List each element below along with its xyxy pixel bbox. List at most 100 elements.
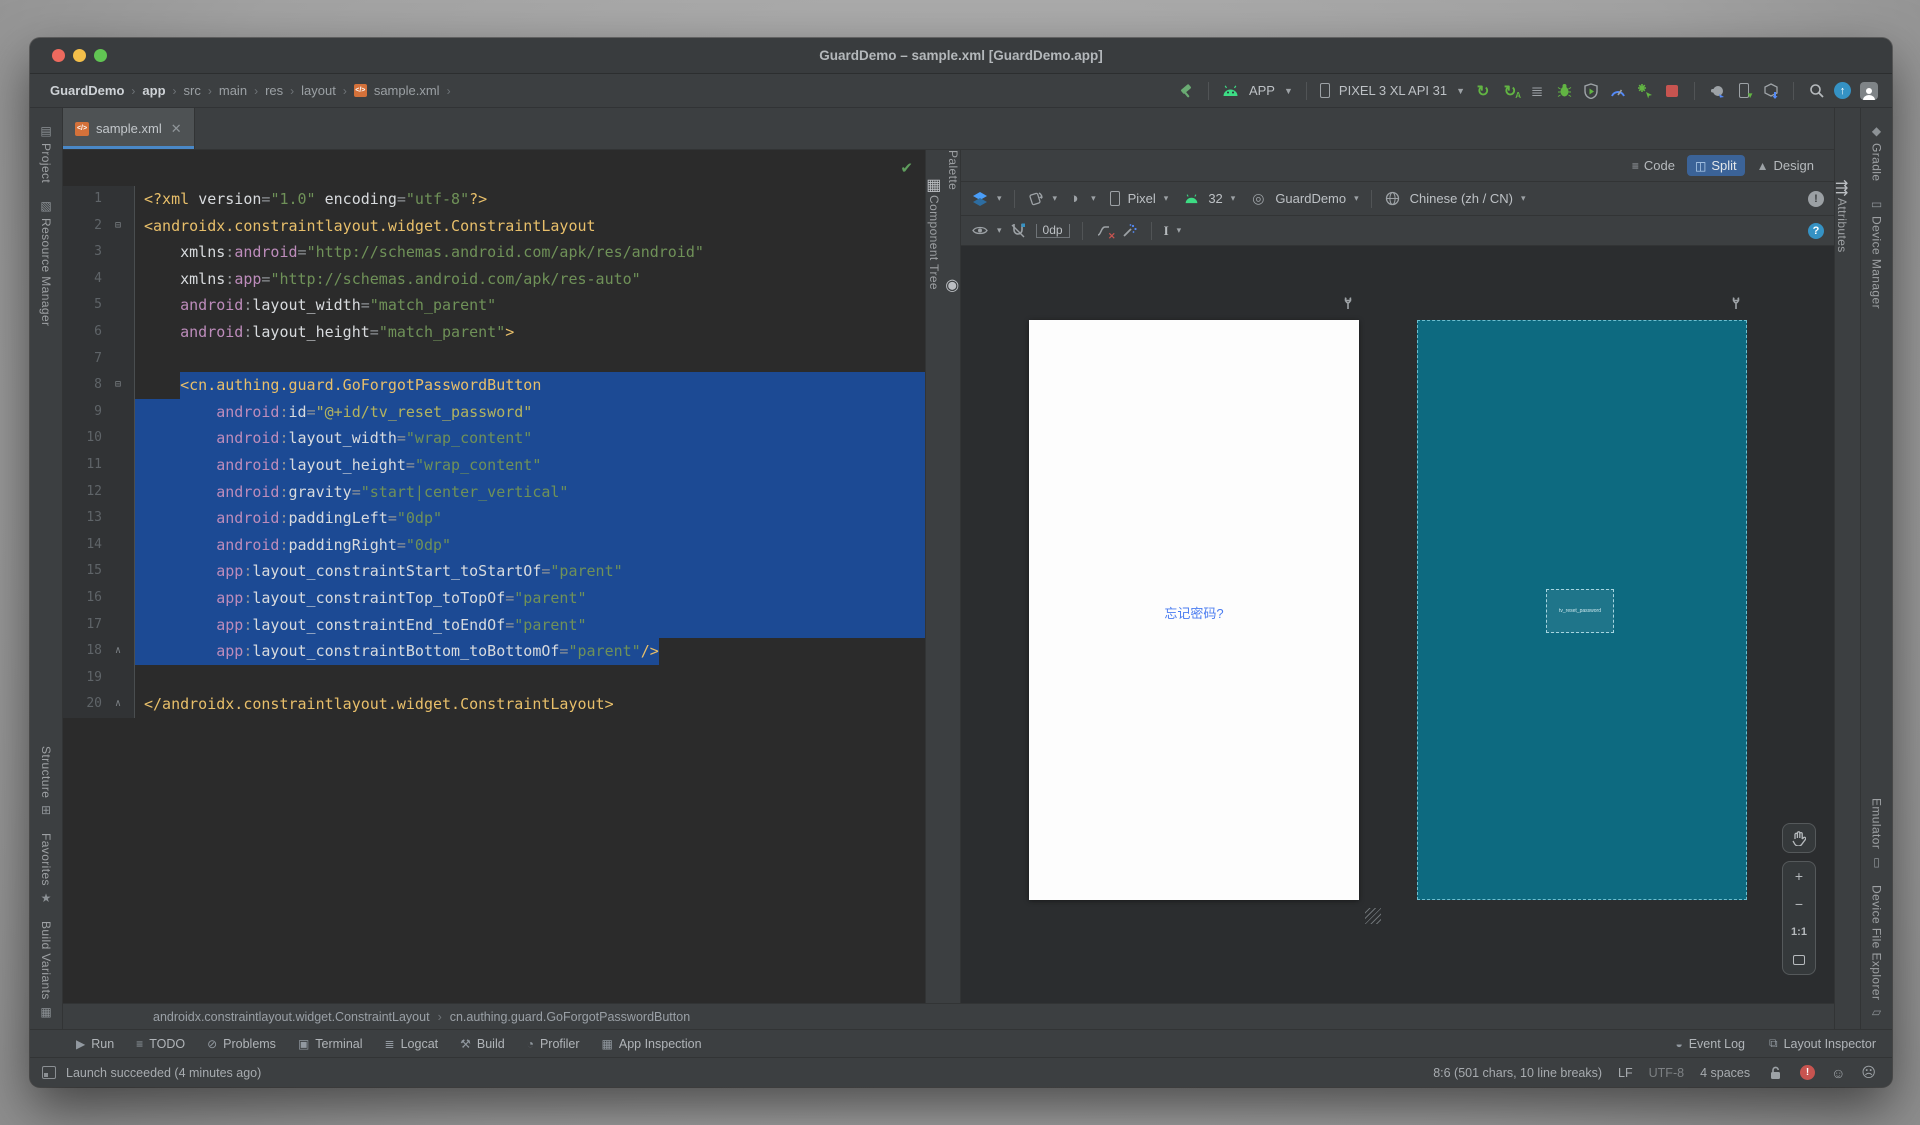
- tool-strip-tab-device-manager[interactable]: ▭ Device Manager: [1870, 197, 1884, 309]
- gutter[interactable]: 11: [63, 451, 135, 479]
- canvas-resize-handle[interactable]: [1365, 908, 1381, 924]
- autoconnect-off-icon[interactable]: [1010, 222, 1028, 240]
- file-encoding[interactable]: UTF-8: [1649, 1066, 1684, 1080]
- breadcrumb-root[interactable]: androidx.constraintlayout.widget.Constra…: [153, 1010, 430, 1024]
- gutter[interactable]: 7: [63, 345, 135, 373]
- code-line-3[interactable]: 3 xmlns:android="http://schemas.android.…: [63, 239, 925, 266]
- fold-marker-icon[interactable]: ⊟: [107, 372, 129, 399]
- chevron-down-icon[interactable]: ▼: [1456, 86, 1465, 96]
- mode-code[interactable]: ≡ Code: [1624, 155, 1683, 176]
- tool-strip-tab-device-file-explorer[interactable]: Device File Explorer ▱: [1870, 885, 1884, 1019]
- infer-constraints-wand-icon[interactable]: [1121, 222, 1139, 240]
- gradle-sync-icon[interactable]: [1708, 82, 1726, 100]
- code-line-12[interactable]: 12 android:gravity="start|center_vertica…: [63, 478, 925, 506]
- code-line-8[interactable]: 8 ⊟ <cn.authing.guard.GoForgotPasswordBut…: [63, 372, 925, 399]
- fold-marker-icon[interactable]: ⊟: [107, 213, 129, 240]
- gutter[interactable]: 6: [63, 318, 135, 346]
- chevron-down-icon[interactable]: ▾: [997, 225, 1002, 236]
- gutter[interactable]: 17: [63, 611, 135, 639]
- code-line-1[interactable]: 1 <?xml version="1.0" encoding="utf-8"?>: [63, 186, 925, 213]
- code-line-15[interactable]: 15 app:layout_constraintStart_toStartOf=…: [63, 558, 925, 585]
- blueprint-selected-view[interactable]: tv_reset_password: [1546, 589, 1614, 633]
- default-margin-select[interactable]: 0dp: [1035, 223, 1070, 238]
- issues-badge[interactable]: !: [1808, 190, 1824, 207]
- gutter[interactable]: 18 ∧: [63, 638, 135, 665]
- blueprint-preview[interactable]: tv_reset_password: [1417, 320, 1747, 900]
- chevron-down-icon[interactable]: ▾: [1164, 193, 1169, 204]
- run-button[interactable]: ↻: [1474, 82, 1492, 100]
- code-line-17[interactable]: 17 app:layout_constraintEnd_toEndOf="par…: [63, 611, 925, 639]
- toolwindow-problems[interactable]: ⊘ Problems: [207, 1037, 276, 1051]
- toolwindow-profiler[interactable]: ◔ Profiler: [527, 1037, 580, 1051]
- zoom-fit-button[interactable]: [1783, 946, 1815, 974]
- breadcrumb-item[interactable]: GuardDemo: [50, 83, 124, 98]
- chevron-down-icon[interactable]: ▾: [1053, 193, 1058, 204]
- fullscreen-window-button[interactable]: [94, 49, 107, 62]
- close-window-button[interactable]: [52, 49, 65, 62]
- inspection-ok-icon[interactable]: ✔: [900, 156, 913, 183]
- search-everywhere-icon[interactable]: [1807, 82, 1825, 100]
- code-line-13[interactable]: 13 android:paddingLeft="0dp": [63, 505, 925, 532]
- caret-position[interactable]: 8:6 (501 chars, 10 line breaks): [1433, 1066, 1602, 1080]
- night-mode-icon[interactable]: ◑: [1065, 190, 1083, 208]
- code-line-9[interactable]: 9 android:id="@+id/tv_reset_password": [63, 398, 925, 426]
- zoom-actual-button[interactable]: 1:1: [1783, 918, 1815, 946]
- toolwindow-todo[interactable]: ≡ TODO: [136, 1037, 185, 1051]
- chevron-down-icon[interactable]: ▾: [1231, 193, 1236, 204]
- gutter[interactable]: 16: [63, 584, 135, 612]
- tab-attributes[interactable]: ⇶ Attributes: [1835, 178, 1860, 258]
- tab-sample-xml[interactable]: </> sample.xml ✕: [63, 108, 195, 149]
- breadcrumb-item[interactable]: layout: [301, 83, 336, 98]
- gutter[interactable]: 9: [63, 398, 135, 426]
- view-options-eye-icon[interactable]: [971, 222, 989, 240]
- chevron-down-icon[interactable]: ▾: [1091, 193, 1096, 204]
- code-line-20[interactable]: 20 ∧ </androidx.constraintlayout.widget.Co…: [63, 691, 925, 718]
- tab-component-tree[interactable]: Component Tree ◉: [927, 195, 959, 295]
- error-highlight-icon[interactable]: !: [1800, 1065, 1816, 1080]
- toolwindow-layout-inspector[interactable]: ⧉ Layout Inspector: [1769, 1036, 1876, 1051]
- attach-debugger-button[interactable]: [1636, 82, 1654, 100]
- gutter[interactable]: 5: [63, 292, 135, 319]
- code-line-4[interactable]: 4 xmlns:app="http://schemas.android.com/…: [63, 265, 925, 293]
- pan-hand-button[interactable]: [1782, 823, 1816, 853]
- profiler-gauge-icon[interactable]: [1609, 82, 1627, 100]
- mode-split[interactable]: ◫ Split: [1687, 155, 1745, 176]
- tool-strip-tab-emulator[interactable]: Emulator ▯: [1870, 798, 1884, 868]
- minimize-window-button[interactable]: [73, 49, 86, 62]
- chevron-down-icon[interactable]: ▾: [1177, 225, 1182, 236]
- toolwindow-event-log[interactable]: ◒ Event Log: [1675, 1036, 1745, 1051]
- indent-setting[interactable]: 4 spaces: [1700, 1066, 1750, 1080]
- code-line-19[interactable]: 19: [63, 664, 925, 692]
- apply-code-changes-button[interactable]: ≣: [1528, 82, 1546, 100]
- build-hammer-icon[interactable]: [1177, 82, 1195, 100]
- gutter[interactable]: 13: [63, 505, 135, 532]
- tool-strip-tab-resource-manager[interactable]: ▧ Resource Manager: [39, 199, 53, 326]
- code-line-10[interactable]: 10 android:layout_width="wrap_content": [63, 425, 925, 452]
- gutter[interactable]: 8 ⊟: [63, 372, 135, 399]
- avatar[interactable]: [1860, 81, 1878, 100]
- toolwindow-run[interactable]: ▶ Run: [76, 1037, 114, 1051]
- tool-strip-tab-favorites[interactable]: Favorites ★: [39, 833, 53, 905]
- gutter[interactable]: 2 ⊟: [63, 212, 135, 240]
- sdk-manager-icon[interactable]: [1762, 82, 1780, 100]
- tool-strip-tab-structure[interactable]: Structure ⊞: [39, 746, 53, 817]
- chevron-down-icon[interactable]: ▾: [1521, 193, 1526, 204]
- chevron-down-icon[interactable]: ▼: [1284, 86, 1293, 96]
- breadcrumb-item[interactable]: main: [219, 83, 247, 98]
- device-select[interactable]: Pixel: [1128, 191, 1156, 206]
- code-line-2[interactable]: 2 ⊟ <androidx.constraintlayout.widget.Cons…: [63, 212, 925, 240]
- update-available-icon[interactable]: ↑: [1834, 82, 1851, 99]
- lock-icon[interactable]: [1766, 1064, 1784, 1082]
- forgot-password-text[interactable]: 忘记密码?: [1029, 603, 1359, 622]
- design-surface-icon[interactable]: [971, 190, 989, 208]
- tab-palette[interactable]: ▦ Palette: [926, 150, 960, 195]
- gutter[interactable]: 1: [63, 186, 135, 213]
- gutter[interactable]: 12: [63, 478, 135, 506]
- gutter[interactable]: 14: [63, 531, 135, 559]
- toolwindow-terminal[interactable]: ▣ Terminal: [298, 1037, 363, 1051]
- happy-face-icon[interactable]: ☺: [1831, 1065, 1845, 1081]
- sad-face-icon[interactable]: ☹: [1861, 1064, 1876, 1081]
- breadcrumb-item[interactable]: res: [265, 83, 283, 98]
- clear-constraints-icon[interactable]: ✕: [1095, 222, 1116, 241]
- code-line-16[interactable]: 16 app:layout_constraintTop_toTopOf="par…: [63, 584, 925, 612]
